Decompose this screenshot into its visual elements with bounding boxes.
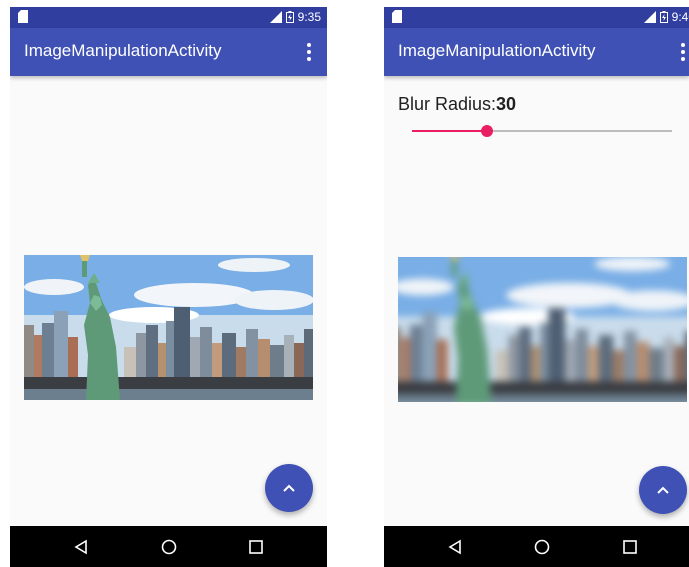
status-indicators: 9:35 — [269, 9, 321, 25]
status-time: 9:40 — [671, 10, 689, 24]
app-title: ImageManipulationActivity — [24, 41, 222, 60]
signal-icon — [269, 11, 282, 23]
more-vert-icon[interactable] — [675, 41, 689, 63]
status-time: 9:35 — [297, 10, 321, 24]
status-bar: 9:35 — [10, 7, 327, 28]
fab-button[interactable] — [639, 466, 687, 514]
blur-radius-label: Blur Radius:30 — [398, 94, 516, 115]
status-indicators: 9:40 — [643, 9, 689, 25]
screenshot-pair: 9:35 ImageManipulationActivity 9:4 Image… — [0, 0, 689, 567]
status-bar: 9:40 — [384, 7, 689, 28]
slider-fill — [412, 130, 488, 132]
blur-radius-value: 30 — [496, 94, 517, 114]
fab-button[interactable] — [265, 464, 313, 512]
sd-card-icon — [18, 10, 28, 23]
recents-square-icon[interactable] — [620, 537, 640, 557]
back-triangle-icon[interactable] — [71, 537, 91, 557]
city-photo — [24, 255, 313, 400]
recents-square-icon[interactable] — [246, 537, 266, 557]
blurred-city-photo — [398, 257, 687, 402]
back-triangle-icon[interactable] — [445, 537, 465, 557]
navigation-bar — [10, 526, 327, 567]
app-bar: ImageManipulationActivity — [384, 28, 689, 76]
battery-icon — [659, 11, 668, 23]
phone-screen-original: 9:35 ImageManipulationActivity — [10, 7, 327, 567]
blur-radius-text: Blur Radius: — [398, 94, 497, 114]
chevron-up-icon — [283, 484, 295, 492]
sd-card-icon — [392, 10, 402, 23]
chevron-up-icon — [657, 486, 669, 494]
app-title: ImageManipulationActivity — [398, 41, 596, 60]
more-vert-icon[interactable] — [301, 41, 317, 63]
home-circle-icon[interactable] — [532, 537, 552, 557]
battery-icon — [285, 11, 294, 23]
navigation-bar — [384, 526, 689, 567]
home-circle-icon[interactable] — [159, 537, 179, 557]
signal-icon — [643, 11, 656, 23]
blur-radius-slider[interactable] — [412, 125, 672, 137]
slider-thumb[interactable] — [481, 125, 494, 137]
phone-screen-blur: 9:40 ImageManipulationActivity Blur Radi… — [384, 7, 689, 567]
app-bar: ImageManipulationActivity — [10, 28, 327, 76]
